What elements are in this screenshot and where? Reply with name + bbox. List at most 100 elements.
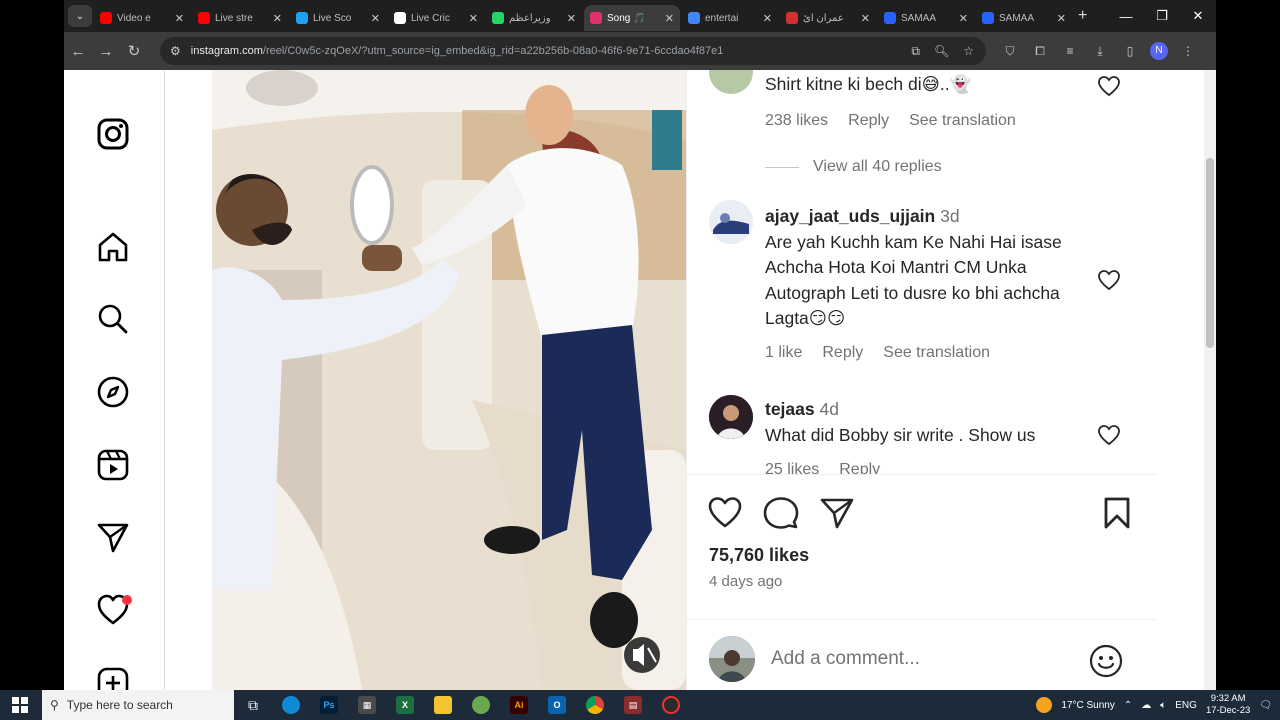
see-translation-link[interactable]: See translation — [909, 112, 1016, 130]
messages-send-icon[interactable] — [96, 520, 130, 554]
reload-button[interactable]: ↻ — [120, 37, 148, 65]
explore-compass-icon[interactable] — [96, 375, 130, 409]
volume-icon[interactable]: 🔈︎ — [1160, 700, 1166, 711]
zoom-icon[interactable]: 🔍︎ — [934, 44, 949, 59]
comment-username[interactable]: tejaas — [765, 399, 815, 419]
browser-tab[interactable]: وزیراعظم ✕ — [486, 5, 582, 31]
start-button[interactable] — [0, 690, 40, 720]
like-heart-icon[interactable] — [707, 495, 743, 531]
screen-recorder-icon[interactable] — [652, 690, 690, 720]
file-explorer-icon[interactable] — [424, 690, 462, 720]
tab-close-icon[interactable]: ✕ — [665, 12, 674, 25]
tab-close-icon[interactable]: ✕ — [763, 12, 772, 25]
comment-avatar[interactable] — [709, 395, 753, 439]
tab-close-icon[interactable]: ✕ — [567, 12, 576, 25]
instagram-logo-icon[interactable] — [96, 117, 130, 151]
download-icon[interactable]: ⤓ — [1090, 44, 1110, 59]
shield-icon[interactable]: ⛉ — [1000, 44, 1020, 59]
clock[interactable]: 9:32 AM 17-Dec-23 — [1206, 693, 1250, 717]
weather-text[interactable]: 17°C Sunny — [1061, 700, 1114, 711]
tab-close-icon[interactable]: ✕ — [469, 12, 478, 25]
search-icon[interactable] — [96, 302, 130, 336]
browser-tab[interactable]: عمران آئ ✕ — [780, 5, 876, 31]
reply-button[interactable]: Reply — [822, 344, 863, 362]
share-send-icon[interactable] — [819, 495, 855, 531]
reels-icon[interactable] — [96, 448, 130, 482]
media-controls-icon[interactable]: ≡ — [1060, 44, 1080, 58]
media-app-icon[interactable]: ▤ — [614, 690, 652, 720]
tab-close-icon[interactable]: ✕ — [273, 12, 282, 25]
bookmark-star-icon[interactable]: ☆ — [963, 44, 974, 59]
page-scrollbar[interactable] — [1204, 70, 1216, 690]
add-comment-input[interactable]: Add a comment... — [771, 648, 920, 670]
save-bookmark-icon[interactable] — [1099, 495, 1135, 531]
comment-likes[interactable]: 25 likes — [765, 461, 819, 474]
browser-tab[interactable]: SAMAA ✕ — [878, 5, 974, 31]
comment-like-icon[interactable] — [1097, 268, 1121, 292]
emoji-icon[interactable] — [1089, 644, 1123, 678]
profile-avatar[interactable]: N — [1150, 42, 1168, 60]
side-panel-icon[interactable]: ▯ — [1120, 44, 1140, 58]
view-replies-link[interactable]: View all 40 replies — [765, 158, 942, 176]
extensions-icon[interactable]: ⧠ — [1030, 44, 1050, 59]
comment-avatar[interactable] — [709, 70, 753, 94]
new-tab-button[interactable]: + — [1078, 7, 1087, 25]
post-like-count[interactable]: 75,760 likes — [709, 545, 809, 566]
site-info-icon[interactable]: ⚙ — [170, 44, 181, 58]
cast-icon[interactable]: ⧉ — [911, 44, 920, 59]
chrome-icon[interactable] — [576, 690, 614, 720]
tab-close-icon[interactable]: ✕ — [959, 12, 968, 25]
browser-tab[interactable]: SAMAA ✕ — [976, 5, 1072, 31]
comment-likes[interactable]: 1 like — [765, 344, 802, 362]
browser-tab[interactable]: Live stre ✕ — [192, 5, 288, 31]
browser-tab[interactable]: Live Cric ✕ — [388, 5, 484, 31]
lang-indicator[interactable]: ENG — [1175, 700, 1197, 711]
tab-close-icon[interactable]: ✕ — [175, 12, 184, 25]
calculator-icon[interactable]: ▦ — [348, 690, 386, 720]
tab-close-icon[interactable]: ✕ — [861, 12, 870, 25]
outlook-icon[interactable]: O — [538, 690, 576, 720]
illustrator-icon[interactable]: Ai — [500, 690, 538, 720]
browser-tab[interactable]: entertai ✕ — [682, 5, 778, 31]
browser-tab[interactable]: Video e ✕ — [94, 5, 190, 31]
comment-like-icon[interactable] — [1097, 74, 1121, 98]
comment-avatar[interactable] — [709, 200, 753, 244]
browser-tab[interactable]: Song 🎵 ✕ — [584, 5, 680, 31]
post-timestamp[interactable]: 4 days ago — [709, 573, 782, 590]
back-button[interactable]: ← — [64, 37, 92, 65]
close-window-button[interactable]: ✕ — [1180, 0, 1216, 32]
comment-likes[interactable]: 238 likes — [765, 112, 828, 130]
comment-time[interactable]: 4d — [820, 399, 839, 419]
tab-search-button[interactable]: ⌄ — [68, 5, 92, 27]
comment-time[interactable]: 3d — [940, 206, 959, 226]
edge-icon[interactable] — [272, 690, 310, 720]
excel-icon[interactable]: X — [386, 690, 424, 720]
taskbar-search[interactable]: ⚲ Type here to search — [42, 690, 234, 720]
reply-button[interactable]: Reply — [839, 461, 880, 474]
tab-close-icon[interactable]: ✕ — [1057, 12, 1066, 25]
reel-video[interactable] — [212, 70, 686, 690]
weather-icon[interactable] — [1036, 697, 1053, 713]
see-translation-link[interactable]: See translation — [883, 344, 990, 362]
forward-button[interactable]: → — [92, 37, 120, 65]
restore-button[interactable]: ❐ — [1144, 0, 1180, 32]
tab-close-icon[interactable]: ✕ — [371, 12, 380, 25]
notifications-center-icon[interactable]: 🗨︎ — [1259, 700, 1272, 711]
url-text[interactable]: instagram.com/reel/C0w5c-zqOeX/?utm_sour… — [191, 45, 912, 57]
task-view-icon[interactable]: ⧉ — [234, 690, 272, 720]
home-icon[interactable] — [96, 230, 130, 264]
tray-chevron-icon[interactable]: ⌃ — [1124, 700, 1132, 711]
comment-bubble-icon[interactable] — [763, 495, 799, 531]
photoshop-icon[interactable]: Ps — [310, 690, 348, 720]
menu-icon[interactable]: ⋮ — [1178, 44, 1198, 58]
comment-username[interactable]: ajay_jaat_uds_ujjain — [765, 206, 935, 226]
page-scroll-thumb[interactable] — [1206, 158, 1214, 348]
address-bar[interactable]: ⚙ instagram.com/reel/C0w5c-zqOeX/?utm_so… — [160, 37, 986, 65]
taskbar-search-input[interactable]: Type here to search — [67, 698, 173, 712]
create-plus-icon[interactable] — [96, 666, 130, 690]
comment-like-icon[interactable] — [1097, 423, 1121, 447]
network-icon[interactable]: ☁ — [1141, 700, 1151, 711]
paint-icon[interactable] — [462, 690, 500, 720]
reply-button[interactable]: Reply — [848, 112, 889, 130]
browser-tab[interactable]: Live Sco ✕ — [290, 5, 386, 31]
